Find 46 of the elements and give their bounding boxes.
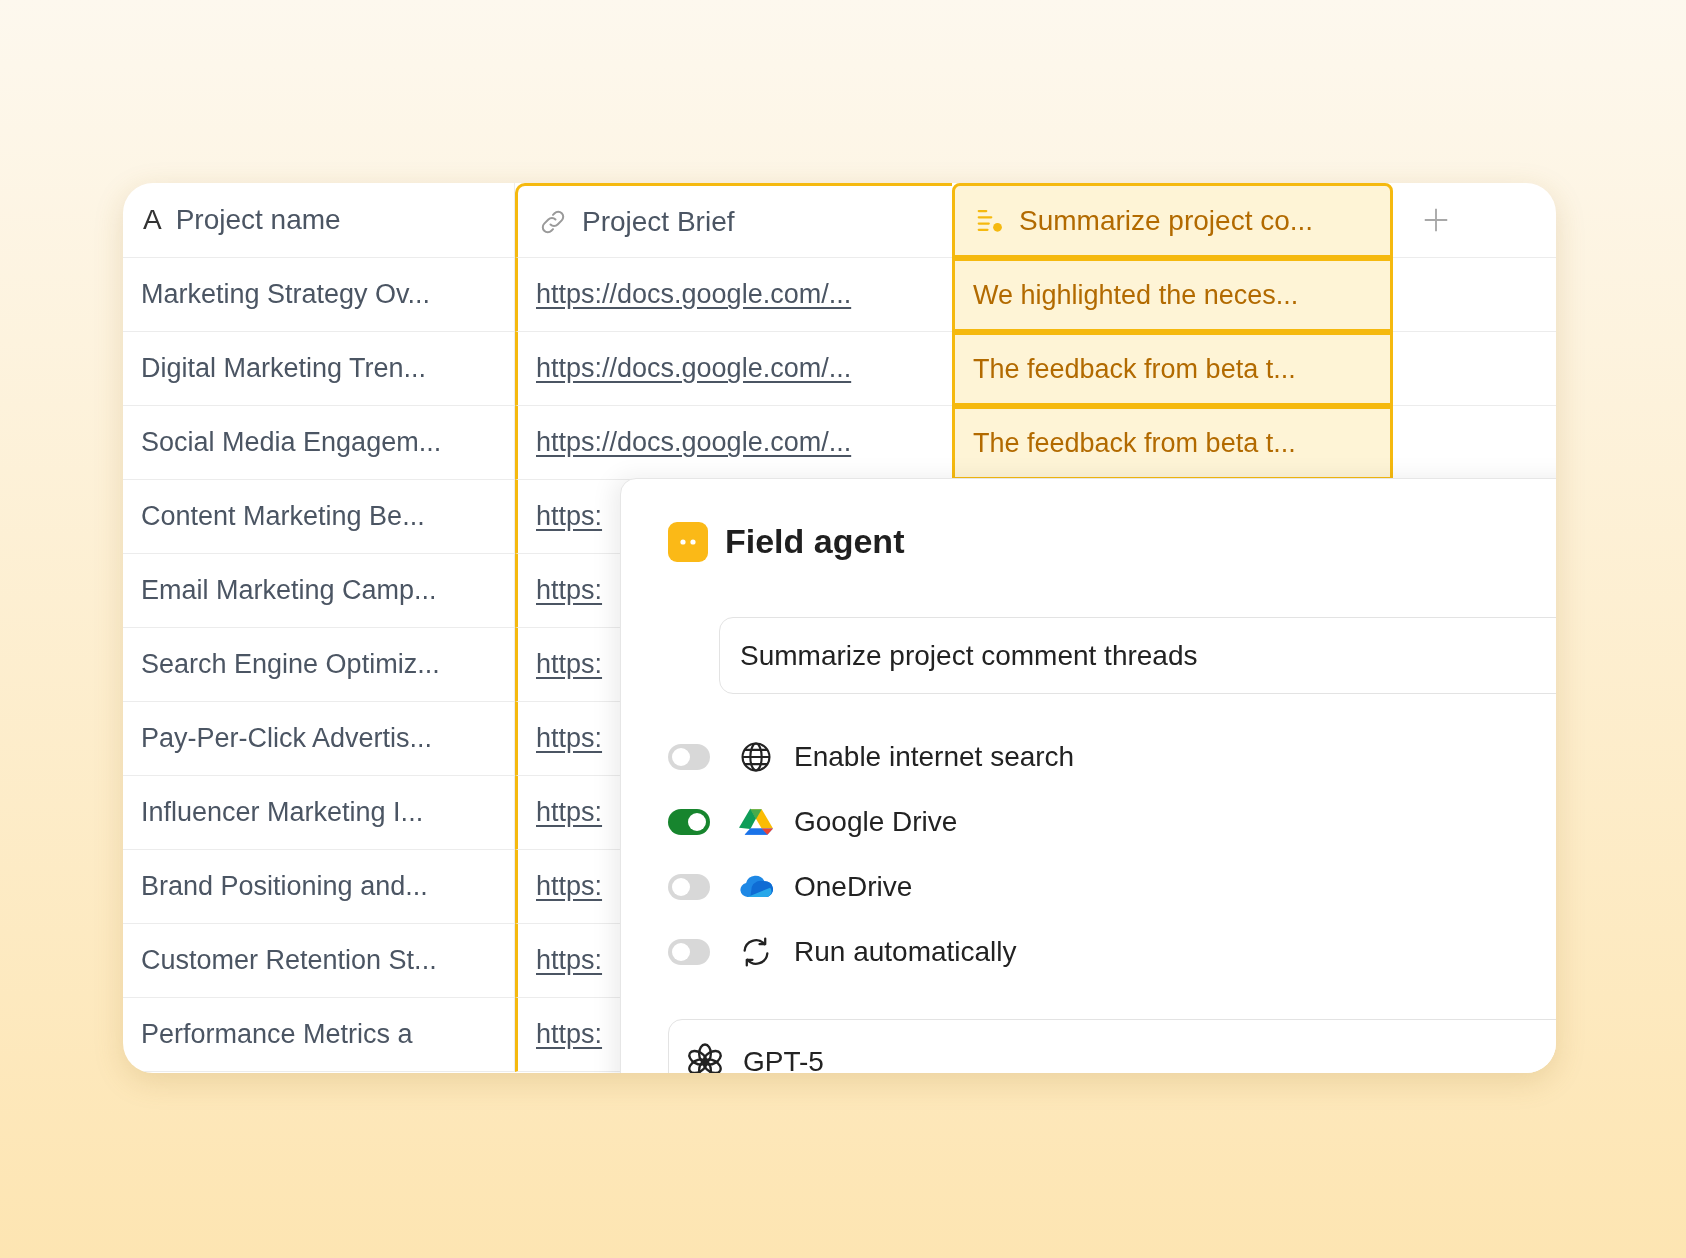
model-selector[interactable]: GPT-5 bbox=[668, 1019, 1556, 1073]
link[interactable]: https: bbox=[536, 792, 603, 833]
link[interactable]: https: bbox=[536, 570, 603, 611]
toggle-switch[interactable] bbox=[668, 938, 710, 965]
table-cell-text: The feedback from beta t... bbox=[973, 426, 1296, 460]
link[interactable]: https://docs.google.com/... bbox=[536, 348, 852, 389]
column-title: Project Brief bbox=[582, 204, 735, 239]
table-cell-text: Performance Metrics a bbox=[141, 1018, 413, 1052]
column-title: Project name bbox=[175, 203, 341, 237]
link[interactable]: https: bbox=[536, 866, 603, 907]
table-cell-text: We highlighted the neces... bbox=[973, 278, 1299, 312]
model-name: GPT-5 bbox=[743, 1045, 824, 1073]
table-cell-text: Digital Marketing Tren... bbox=[141, 352, 427, 386]
table-cell-text: The feedback from beta t... bbox=[973, 352, 1296, 386]
swirl-logo-icon bbox=[685, 1042, 725, 1073]
table-cell-text: Customer Retention St... bbox=[141, 944, 437, 978]
option-label: OneDrive bbox=[794, 869, 913, 904]
link[interactable]: https://docs.google.com/... bbox=[536, 422, 852, 463]
link[interactable]: https: bbox=[536, 718, 603, 759]
panel-title: Field agent bbox=[725, 521, 905, 562]
table-cell-text: Brand Positioning and... bbox=[141, 870, 428, 904]
table-cell-text: Social Media Engagem... bbox=[141, 426, 442, 460]
table-cell-text: Search Engine Optimiz... bbox=[141, 648, 440, 682]
agent-face-icon bbox=[668, 521, 708, 562]
link[interactable]: https: bbox=[536, 1014, 603, 1055]
link[interactable]: https: bbox=[536, 940, 603, 981]
table-cell-text: Pay-Per-Click Advertis... bbox=[141, 722, 433, 756]
link[interactable]: https://docs.google.com/... bbox=[536, 274, 852, 315]
column-header[interactable]: Summarize project co... bbox=[952, 183, 1393, 258]
table-cell-text: Influencer Marketing I... bbox=[141, 796, 424, 830]
table-cell-text: Content Marketing Be... bbox=[141, 500, 425, 534]
prompt-field[interactable]: Summarize project comment threads bbox=[719, 617, 1556, 694]
column-header[interactable]: Project Brief bbox=[515, 183, 952, 258]
option-label: Run automatically bbox=[794, 934, 1017, 969]
column-type-glyph: A bbox=[143, 203, 162, 237]
toggle-switch[interactable] bbox=[668, 743, 710, 770]
option-label: Enable internet search bbox=[794, 739, 1075, 774]
link[interactable]: https: bbox=[536, 496, 603, 537]
option-label: Google Drive bbox=[794, 804, 958, 839]
link[interactable]: https: bbox=[536, 644, 603, 685]
table-cell-text: Email Marketing Camp... bbox=[141, 574, 437, 608]
toggle-switch[interactable] bbox=[668, 808, 710, 835]
column-header[interactable]: A Project name bbox=[123, 183, 515, 258]
toggle-switch[interactable] bbox=[668, 873, 710, 900]
column-title: Summarize project co... bbox=[1019, 203, 1314, 238]
table-cell-text: Marketing Strategy Ov... bbox=[141, 278, 431, 312]
